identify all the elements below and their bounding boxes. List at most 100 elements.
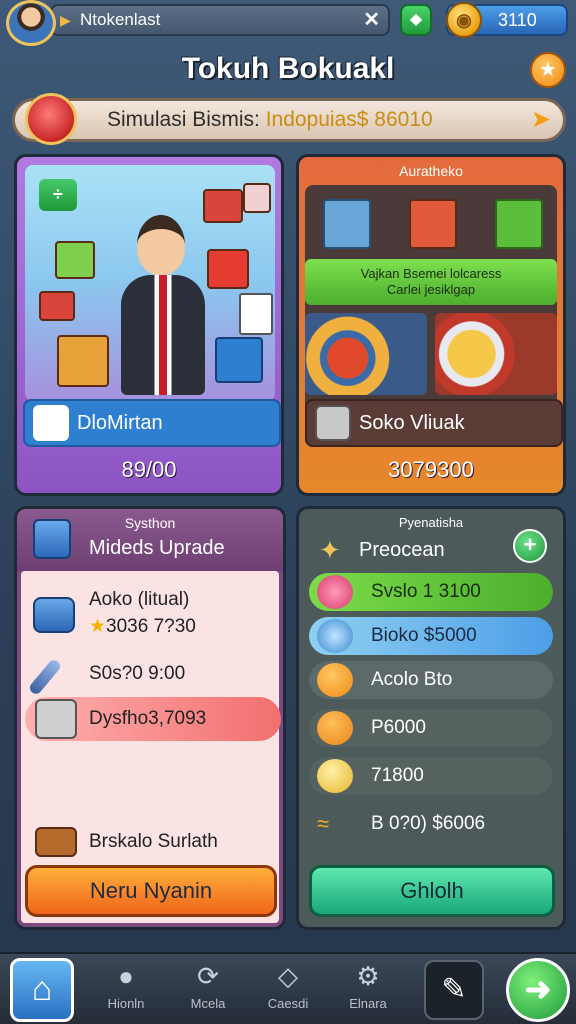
economy-row[interactable]: Acolo Bto xyxy=(309,661,553,699)
economy-row-label: B 0?0) $6006 xyxy=(371,813,486,834)
pen-icon xyxy=(27,657,63,697)
economy-row-label: Bioko $5000 xyxy=(371,625,477,646)
shop-label-row[interactable]: Soko Vliuak xyxy=(305,399,563,447)
gear-icon: ⚙ xyxy=(356,961,380,991)
coin-icon: ◉ xyxy=(446,2,482,38)
coin-value: 3110 xyxy=(498,10,537,30)
document-icon xyxy=(239,293,273,335)
economy-panel: Pyenatisha ✦ Preocean + Svslo 1 3100 Bio… xyxy=(296,506,566,930)
nav-item-refresh[interactable]: ⟳ Mcela xyxy=(176,960,240,1020)
tools-icon: ✦ xyxy=(319,535,341,565)
nav-item-profile[interactable]: ● Hionln xyxy=(94,960,158,1020)
upgrade-button[interactable]: Neru Nyanin xyxy=(25,865,277,917)
document-edit-icon[interactable]: ✎ xyxy=(424,960,484,1020)
economy-row[interactable]: Svslo 1 3100 xyxy=(309,573,553,611)
business-label-row[interactable]: DloMirtan xyxy=(23,399,281,447)
economy-row-label: Acolo Bto xyxy=(371,669,453,690)
star-icon[interactable]: ★ xyxy=(530,52,566,88)
businessman-head xyxy=(137,215,185,275)
nav-item-label: Mcela xyxy=(190,996,226,1011)
upgrade-item[interactable]: Aoko (litual) ★3036 7?30 xyxy=(21,585,279,645)
upgrade-item-highlighted[interactable]: Dysfho3,7093 xyxy=(25,697,281,741)
upgrade-header: Systhon Mideds Uprade xyxy=(17,509,283,571)
shop-banner-line2: Carlei jesiklgap xyxy=(386,282,476,297)
economy-row[interactable]: Bioko $5000 xyxy=(309,617,553,655)
upgrade-title: Mideds Uprade xyxy=(89,537,225,559)
nav-item-label: Hionln xyxy=(107,996,145,1011)
upgrade-item-title: S0s?0 9:00 xyxy=(89,663,186,684)
economy-row[interactable]: ≈ B 0?0) $6006 xyxy=(309,805,553,843)
egg-icon xyxy=(317,711,353,745)
wood-log-icon xyxy=(35,827,77,857)
shop-label: Soko Vliuak xyxy=(359,412,465,434)
upgrade-item-title: Dysfho3,7093 xyxy=(89,708,207,729)
money-icon: ÷ xyxy=(39,179,77,211)
upgrade-item-title: Brskalo Surlath xyxy=(89,831,218,852)
business-card-panel[interactable]: ÷ DloMirtan 89/00 xyxy=(14,154,284,496)
player-avatar[interactable] xyxy=(6,0,56,46)
nav-item-settings[interactable]: ⚙ Elnara xyxy=(336,960,400,1020)
gift-box-icon xyxy=(203,189,243,223)
economy-row-label: 71800 xyxy=(371,765,424,786)
upgrade-icon xyxy=(33,519,71,559)
upgrade-panel: Systhon Mideds Uprade Aoko (litual) ★303… xyxy=(14,506,286,930)
refresh-icon: ⟳ xyxy=(197,961,219,991)
upgrade-item-title: Aoko (litual) xyxy=(89,589,190,610)
gift-box-icon xyxy=(243,183,271,213)
shop-banner: Vajkan Bsemei lolcaress Carlei jesiklgap xyxy=(305,259,557,305)
go-arrow-icon[interactable]: ➜ xyxy=(506,958,570,1022)
heart-icon xyxy=(317,619,353,653)
shop-heading: Auratheko xyxy=(399,163,463,179)
food-bowls-image xyxy=(305,313,427,395)
gift-box-icon xyxy=(409,199,457,249)
player-name-field[interactable]: ▶ Ntokenlast ✕ xyxy=(50,4,390,36)
nav-item-label: Elnara xyxy=(349,996,387,1011)
economy-heading: Pyenatisha xyxy=(398,515,464,530)
coin-counter[interactable]: ◉ 3110 xyxy=(446,2,568,38)
economy-row[interactable]: 71800 xyxy=(309,757,553,795)
simulation-label: Simulasi Bismis: xyxy=(107,108,260,131)
fries-image xyxy=(435,313,557,395)
person-icon: ● xyxy=(118,961,134,991)
arrow-right-icon[interactable]: ➤ xyxy=(531,101,551,139)
calculator-icon xyxy=(35,699,77,739)
star-icon: ★ xyxy=(89,616,107,637)
gift-box-icon xyxy=(55,241,95,279)
economy-title: Preocean xyxy=(359,539,445,561)
economy-row[interactable]: P6000 xyxy=(309,709,553,747)
bottom-nav: ⌂ ● Hionln ⟳ Mcela ◇ Caesdi ⚙ Elnara ✎ ➜ xyxy=(0,952,576,1024)
upgrade-item[interactable]: S0s?0 9:00 xyxy=(21,653,279,697)
businessman-scene: ÷ xyxy=(25,165,275,401)
shop-card-panel[interactable]: Auratheko Vajkan Bsemei lolcaress Carlei… xyxy=(296,154,566,496)
business-value: 89/00 xyxy=(121,457,177,482)
shop-value: 3079300 xyxy=(388,457,474,482)
home-icon[interactable]: ⌂ xyxy=(10,958,74,1022)
simulation-value: Indopuias$ 86010 xyxy=(265,108,433,131)
add-icon[interactable]: + xyxy=(513,529,547,563)
candy-icon xyxy=(317,575,353,609)
shield-icon xyxy=(33,405,69,441)
box-icon xyxy=(215,337,263,383)
gift-box-icon xyxy=(207,249,249,289)
businessman-body xyxy=(121,275,205,395)
nav-item-diamond[interactable]: ◇ Caesdi xyxy=(256,960,320,1020)
truck-icon xyxy=(33,597,75,633)
economy-row-label: Svslo 1 3100 xyxy=(371,581,481,602)
gift-box-icon xyxy=(57,335,109,387)
gift-box-icon xyxy=(39,291,75,321)
box-icon xyxy=(315,405,351,441)
diamond-outline-icon: ◇ xyxy=(278,961,298,991)
player-name: Ntokenlast xyxy=(80,10,161,29)
shop-banner-line1: Vajkan Bsemei lolcaress xyxy=(360,266,502,281)
economy-button[interactable]: Ghlolh xyxy=(309,865,555,917)
upgrade-item-value: 3036 7?30 xyxy=(106,616,196,637)
orange-coin-icon xyxy=(317,663,353,697)
page-title: Tokuh Bokuakl xyxy=(181,52,395,85)
business-label: DloMirtan xyxy=(77,412,163,434)
close-icon[interactable]: ✕ xyxy=(363,6,380,34)
zigzag-icon: ≈ xyxy=(317,811,330,836)
diamond-icon[interactable]: ◆ xyxy=(400,4,432,36)
medal-icon xyxy=(25,93,77,145)
simulation-bar[interactable]: Simulasi Bismis: Indopuias$ 86010 ➤ xyxy=(12,93,566,145)
green-box-icon xyxy=(495,199,543,249)
